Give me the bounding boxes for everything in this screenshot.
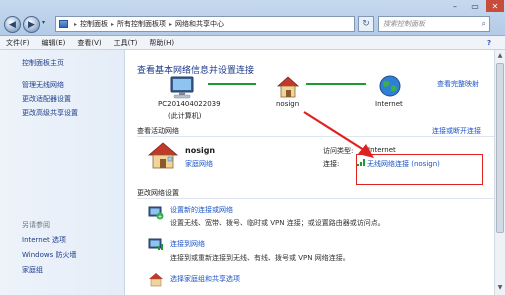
refresh-button[interactable]: ↻ <box>358 16 374 32</box>
network-node-label: nosign <box>276 100 300 108</box>
maximize-button[interactable]: ▭ <box>466 0 484 12</box>
scroll-down-icon[interactable]: ▼ <box>496 284 504 293</box>
breadcrumb-all-items[interactable]: 所有控制面板项 <box>117 19 166 29</box>
close-button[interactable]: ✕ <box>486 0 504 12</box>
computer-icon <box>170 76 194 99</box>
search-placeholder: 搜索控制面板 <box>383 20 425 28</box>
minimize-button[interactable]: – <box>446 0 464 12</box>
forward-button[interactable]: ▶ <box>23 16 40 33</box>
breadcrumb-network-center[interactable]: 网络和共享中心 <box>175 19 224 29</box>
page-title: 查看基本网络信息并设置连接 <box>137 66 255 76</box>
full-map-link[interactable]: 查看完整映射 <box>437 79 479 89</box>
internet-node-label: Internet <box>375 100 403 108</box>
connection-line <box>208 83 256 85</box>
change-settings-heading: 更改网络设置 <box>137 189 179 197</box>
scroll-up-icon[interactable]: ▲ <box>496 52 504 61</box>
new-connection-icon: + <box>148 206 164 221</box>
network-type-link[interactable]: 家庭网络 <box>185 159 213 169</box>
setup-connection-link[interactable]: 设置新的连接或网络 <box>170 205 233 215</box>
svg-text:+: + <box>157 214 162 221</box>
menu-edit[interactable]: 编辑(E) <box>36 38 72 48</box>
menu-bar: 文件(F) 编辑(E) 查看(V) 工具(T) 帮助(H) ? <box>0 36 505 50</box>
connect-network-icon <box>148 238 163 250</box>
setup-connection-desc: 设置无线、宽带、拨号、临时或 VPN 连接；或设置路由器或访问点。 <box>170 219 385 227</box>
internet-options-link[interactable]: Internet 选项 <box>22 235 66 245</box>
menu-tools[interactable]: 工具(T) <box>108 38 144 48</box>
divider <box>137 198 497 199</box>
control-panel-icon <box>59 20 68 28</box>
computer-name: PC201404022039 <box>158 100 221 108</box>
connect-network-link[interactable]: 连接到网络 <box>170 239 205 249</box>
manage-wireless-link[interactable]: 管理无线网络 <box>22 80 64 90</box>
windows-firewall-link[interactable]: Windows 防火墙 <box>22 250 76 260</box>
connect-disconnect-link[interactable]: 连接或断开连接 <box>432 126 481 136</box>
address-bar[interactable]: ▸ 控制面板 ▸ 所有控制面板项 ▸ 网络和共享中心 <box>55 16 355 32</box>
connect-network-desc: 连接到或重新连接到无线、有线、拨号或 VPN 网络连接。 <box>170 254 350 262</box>
home-network-icon <box>276 76 300 98</box>
internet-globe-icon <box>379 75 401 97</box>
help-icon[interactable]: ? <box>481 39 497 47</box>
homegroup-link[interactable]: 家庭组 <box>22 265 43 275</box>
adapter-settings-link[interactable]: 更改适配器设置 <box>22 94 71 104</box>
active-networks-heading: 查看活动网络 <box>137 127 179 135</box>
back-button[interactable]: ◀ <box>4 16 21 33</box>
search-input[interactable]: 搜索控制面板 ⌕ <box>378 16 490 32</box>
menu-file[interactable]: 文件(F) <box>0 38 36 48</box>
breadcrumb-separator-icon: ▸ <box>74 20 78 28</box>
control-panel-home-link[interactable]: 控制面板主页 <box>22 58 64 68</box>
red-arrow-annotation <box>303 111 374 158</box>
advanced-sharing-link[interactable]: 更改高级共享设置 <box>22 108 78 118</box>
menu-view[interactable]: 查看(V) <box>71 38 107 48</box>
breadcrumb-separator-icon: ▸ <box>169 20 173 28</box>
homegroup-options-link[interactable]: 选择家庭组和共享选项 <box>170 274 240 284</box>
breadcrumb-separator-icon: ▸ <box>111 20 115 28</box>
homegroup-icon <box>149 273 163 287</box>
breadcrumb-control-panel[interactable]: 控制面板 <box>80 19 108 29</box>
active-network-name: nosign <box>185 146 216 155</box>
refresh-icon: ↻ <box>362 19 370 29</box>
left-panel: 控制面板主页 管理无线网络 更改适配器设置 更改高级共享设置 另请参阅 Inte… <box>0 50 125 295</box>
computer-subtitle: (此计算机) <box>168 112 202 120</box>
scrollbar-thumb[interactable] <box>496 63 504 233</box>
recent-pages-chevron-icon[interactable]: ▾ <box>42 19 45 26</box>
connection-line <box>306 83 366 85</box>
home-network-large-icon <box>147 142 179 169</box>
see-also-heading: 另请参阅 <box>22 221 50 229</box>
menu-help[interactable]: 帮助(H) <box>143 38 180 48</box>
search-icon[interactable]: ⌕ <box>482 19 486 29</box>
